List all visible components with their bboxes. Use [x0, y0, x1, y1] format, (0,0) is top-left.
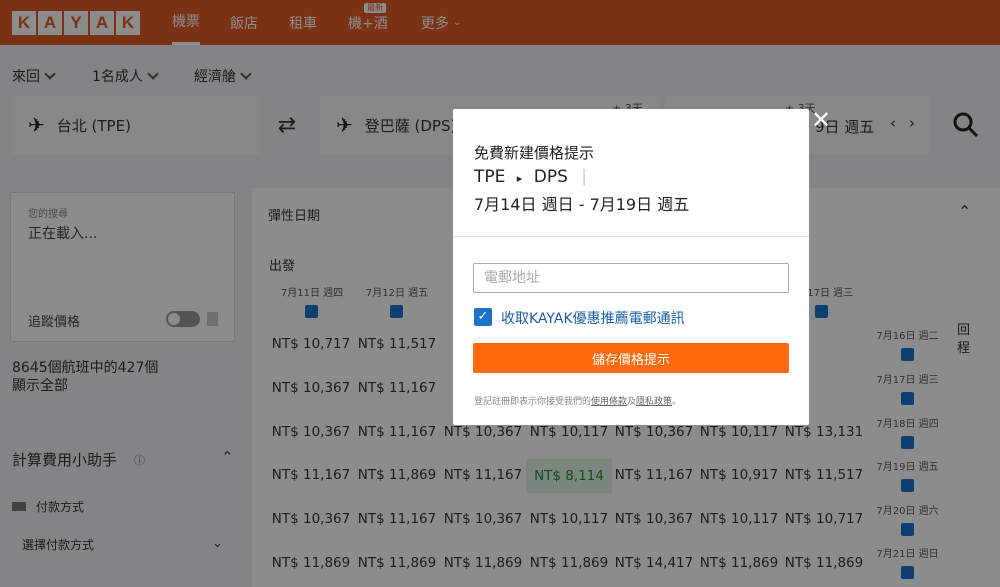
route-origin: TPE — [474, 167, 506, 187]
modal-title: 免費新建價格提示 — [474, 144, 595, 162]
modal-route: TPE ▸ DPS | — [474, 167, 587, 187]
divider: | — [581, 167, 588, 187]
subscribe-label[interactable]: 收取KAYAK優惠推薦電郵通訊 — [501, 308, 685, 328]
close-icon[interactable]: ✕ — [809, 108, 833, 132]
privacy-link[interactable]: 隱私政策 — [636, 397, 672, 407]
email-field[interactable] — [473, 263, 789, 293]
legal-and: 及 — [627, 397, 637, 407]
legal-prefix: 登記註冊即表示你接受我們的 — [474, 397, 592, 407]
legal-suffix: 。 — [672, 397, 682, 407]
modal-divider — [453, 236, 809, 237]
save-price-alert-button[interactable]: 儲存價格提示 — [473, 343, 789, 373]
route-destination: DPS — [533, 167, 568, 187]
subscribe-checkbox[interactable]: ✓ — [474, 308, 492, 326]
arrow-right-icon: ▸ — [516, 172, 523, 185]
price-alert-modal: 免費新建價格提示 TPE ▸ DPS | 7月14日 週日 - 7月19日 週五… — [453, 109, 809, 425]
terms-link[interactable]: 使用條款 — [591, 397, 627, 407]
legal-text: 登記註冊即表示你接受我們的使用條款及隱私政策。 — [474, 394, 681, 407]
modal-dates: 7月14日 週日 - 7月19日 週五 — [474, 195, 690, 214]
